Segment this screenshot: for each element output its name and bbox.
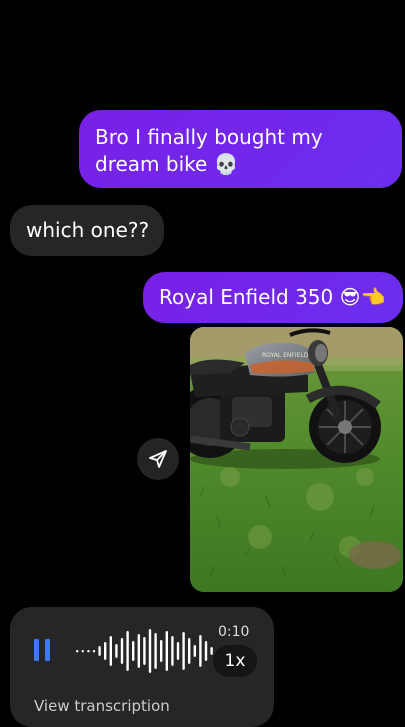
- waveform-bar: [126, 631, 129, 671]
- waveform-bar: [81, 650, 84, 653]
- waveform-bar: [204, 641, 208, 661]
- pause-icon: [34, 639, 39, 661]
- waveform-bar: [199, 635, 202, 667]
- waveform-bar: [148, 629, 152, 673]
- waveform-bar: [76, 650, 79, 653]
- share-button[interactable]: [137, 438, 179, 480]
- waveform-bar: [193, 645, 196, 657]
- waveform-bar: [171, 636, 174, 666]
- sent-message-bubble[interactable]: Bro I finally bought my dream bike 💀: [79, 110, 402, 188]
- voice-message[interactable]: 0:10 1x View transcription: [10, 607, 274, 727]
- message-text: Royal Enfield 350 😎👈: [159, 285, 386, 309]
- tank-logo-text: ROYAL ENFIELD: [262, 352, 309, 359]
- waveform-bar: [188, 638, 191, 664]
- voice-duration: 0:10: [218, 624, 250, 640]
- waveform-bar: [154, 633, 157, 669]
- waveform-bar: [165, 631, 168, 671]
- waveform-bar: [92, 650, 96, 653]
- pause-button[interactable]: [34, 639, 52, 661]
- waveform-bar: [143, 637, 146, 665]
- message-text: which one??: [26, 218, 150, 242]
- sent-message-bubble[interactable]: Royal Enfield 350 😎👈: [143, 272, 403, 323]
- received-message-bubble[interactable]: which one??: [10, 205, 164, 256]
- waveform-bar: [120, 638, 124, 664]
- waveform-bar: [182, 632, 185, 670]
- message-text: Bro I finally bought my dream bike 💀: [95, 125, 323, 176]
- waveform-bar: [104, 642, 107, 660]
- waveform-bar: [137, 634, 140, 668]
- playback-speed-button[interactable]: 1x: [213, 645, 257, 677]
- waveform-bar: [109, 636, 112, 666]
- photo-message[interactable]: ROYAL ENFIELD: [190, 327, 403, 592]
- waveform-bar: [87, 650, 90, 653]
- waveform-bar: [160, 640, 163, 662]
- audio-waveform[interactable]: [72, 619, 220, 683]
- waveform-bar: [210, 647, 213, 655]
- waveform-bar: [98, 646, 101, 656]
- waveform-bar: [176, 642, 180, 660]
- motorcycle-photo: ROYAL ENFIELD: [190, 327, 403, 592]
- waveform-bar: [132, 641, 135, 661]
- waveform-bar: [115, 644, 118, 658]
- send-icon: [149, 450, 167, 468]
- view-transcription-link[interactable]: View transcription: [34, 697, 170, 715]
